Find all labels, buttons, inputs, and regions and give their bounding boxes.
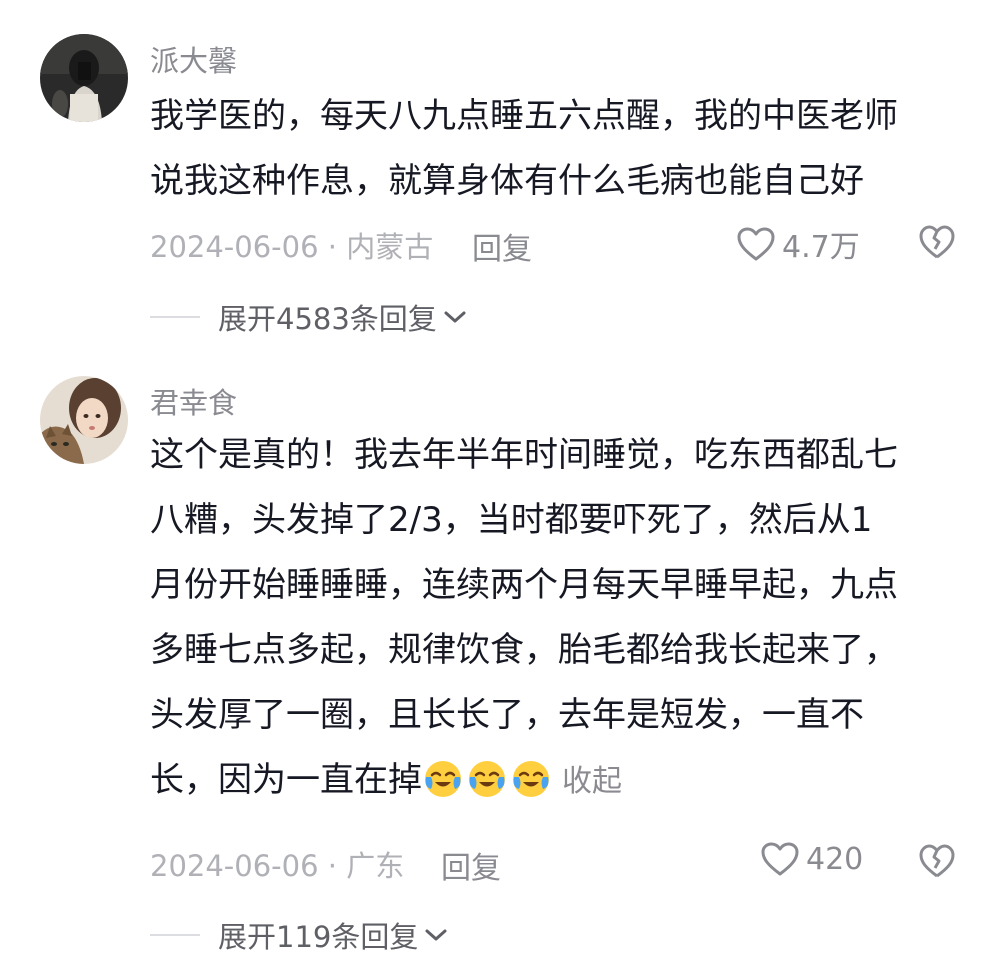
expand-replies[interactable]: 展开119条回复 <box>150 914 448 956</box>
like-button[interactable]: 420 <box>760 841 863 877</box>
expand-replies-label: 展开119条回复 <box>218 920 419 954</box>
chevron-down-icon <box>444 311 466 323</box>
comment-line: 长，因为一直在掉 <box>150 760 422 800</box>
comment-meta: 2024-06-06 · 内蒙古 <box>150 230 434 264</box>
comment-line-last: 长，因为一直在掉 收起 <box>150 748 980 813</box>
chevron-down-icon <box>425 929 447 941</box>
heart-outline-icon <box>737 227 775 261</box>
like-count: 420 <box>806 841 864 877</box>
comment-line: 我学医的，每天八九点睡五六点醒，我的中医老师 <box>150 96 898 136</box>
divider <box>150 934 200 936</box>
crying-laughing-emoji <box>425 761 461 797</box>
crying-laughing-emoji <box>513 761 549 797</box>
heart-outline-icon <box>761 842 799 876</box>
broken-heart-icon[interactable] <box>918 843 956 879</box>
like-button[interactable]: 4.7万 <box>736 222 860 266</box>
crying-laughing-emoji <box>469 761 505 797</box>
comment-line: 月份开始睡睡睡，连续两个月每天早睡早起，九点 <box>150 565 898 605</box>
collapse-button[interactable]: 收起 <box>562 764 622 799</box>
divider <box>150 316 200 318</box>
avatar[interactable] <box>40 34 128 122</box>
comment-line: 这个是真的！我去年半年时间睡觉，吃东西都乱七 <box>150 435 898 475</box>
avatar[interactable] <box>40 376 128 464</box>
comment-meta: 2024-06-06 · 广东 <box>150 849 405 883</box>
reply-button[interactable]: 回复 <box>441 843 501 887</box>
comment-line: 多睡七点多起，规律饮食，胎毛都给我长起来了， <box>150 630 898 670</box>
comment-line: 头发厚了一圈，且长长了，去年是短发，一直不 <box>150 695 864 735</box>
expand-replies-label: 展开4583条回复 <box>218 302 437 336</box>
broken-heart-icon[interactable] <box>918 224 956 260</box>
comment-text: 我学医的，每天八九点睡五六点醒，我的中医老师 说我这种作息，就算身体有什么毛病也… <box>150 84 980 214</box>
expand-replies[interactable]: 展开4583条回复 <box>150 296 467 338</box>
comment-line: 说我这种作息，就算身体有什么毛病也能自己好 <box>150 161 864 201</box>
comment-line: 八糟，头发掉了2/3，当时都要吓死了，然后从1 <box>150 500 873 540</box>
username[interactable]: 君幸食 <box>150 380 237 422</box>
comment-text: 这个是真的！我去年半年时间睡觉，吃东西都乱七 八糟，头发掉了2/3，当时都要吓死… <box>150 423 980 813</box>
like-count: 4.7万 <box>782 230 860 265</box>
reply-button[interactable]: 回复 <box>472 224 532 268</box>
username[interactable]: 派大馨 <box>150 38 237 80</box>
